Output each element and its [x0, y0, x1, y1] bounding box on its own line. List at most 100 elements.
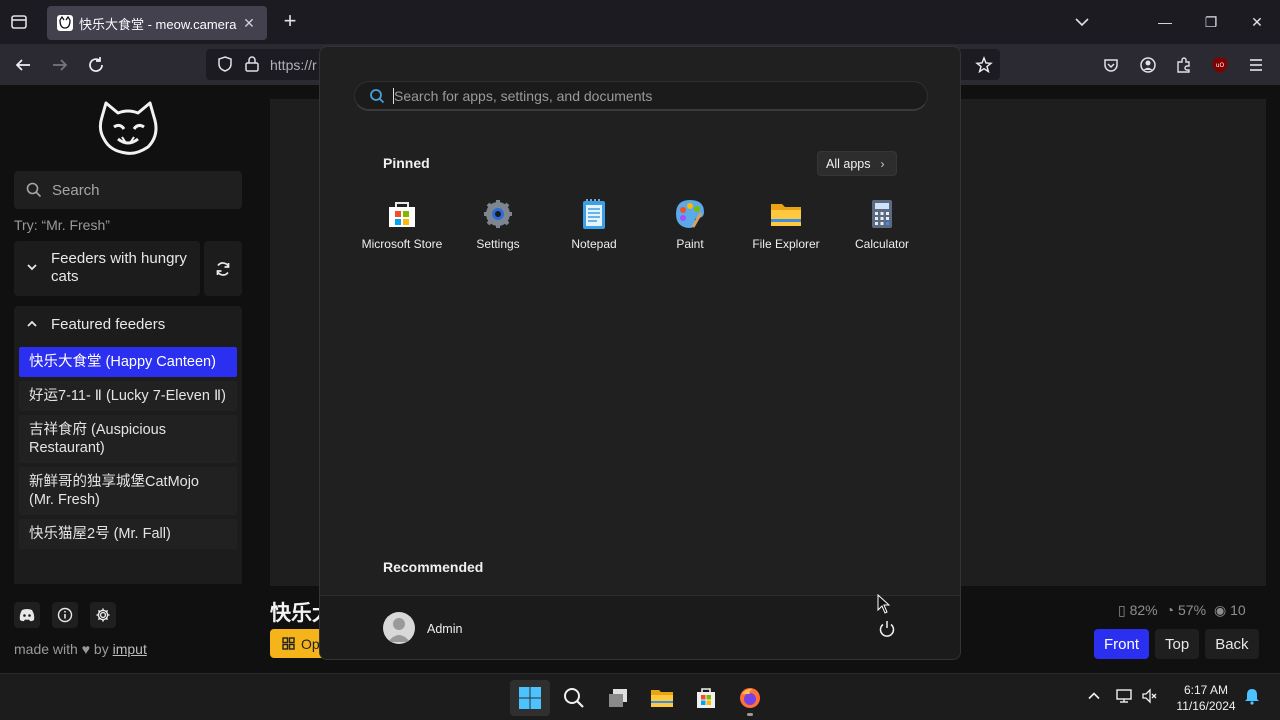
eye-icon: ◉: [1214, 602, 1227, 618]
info-icon[interactable]: [52, 602, 78, 628]
feeder-stats: ▯ 82% ◔ 57% ◉ 10: [1118, 602, 1246, 619]
folder-icon: [771, 204, 801, 226]
featured-feeders-group-header[interactable]: Featured feeders: [14, 306, 242, 344]
power-icon[interactable]: [876, 618, 898, 640]
taskbar-microsoft-store-icon[interactable]: [686, 680, 726, 716]
reload-icon[interactable]: [85, 54, 107, 76]
start-windows-icon[interactable]: [510, 680, 550, 716]
cat-logo-icon: [98, 101, 158, 155]
refresh-icon: [216, 261, 230, 276]
taskbar-file-explorer-icon[interactable]: [642, 680, 682, 716]
feeder-item[interactable]: 好运7-11- Ⅱ (Lucky 7-Eleven Ⅱ): [19, 381, 237, 411]
restore-icon[interactable]: ❐: [1188, 0, 1234, 44]
open-button-label: Op: [301, 635, 320, 652]
chevron-down-icon[interactable]: [1072, 12, 1092, 32]
pinned-heading: Pinned: [383, 155, 430, 171]
microsoft-store-icon: [389, 202, 415, 227]
feeder-list: 快乐大食堂 (Happy Canteen) 好运7-11- Ⅱ (Lucky 7…: [14, 344, 242, 584]
pinned-app-file-explorer[interactable]: File Explorer: [738, 197, 834, 257]
taskbar-firefox-icon[interactable]: [730, 680, 770, 716]
hamburger-menu-icon[interactable]: [1245, 54, 1267, 76]
chevron-up-icon: [27, 320, 37, 327]
new-tab-icon[interactable]: +: [280, 10, 300, 33]
taskbar-search-icon[interactable]: [554, 680, 594, 716]
app-name: Microsoft Store: [361, 237, 443, 251]
svg-text:uO: uO: [1216, 62, 1225, 69]
heart-icon: ♥: [81, 641, 91, 657]
settings-gear-icon: [484, 200, 512, 228]
browser-tab[interactable]: 快乐大食堂 - meow.camera ✕: [47, 6, 267, 40]
made-with-credit: made with ♥ by imput: [14, 641, 147, 657]
start-menu: Search for apps, settings, and documents…: [319, 46, 961, 660]
chevron-down-icon: [27, 264, 37, 271]
task-view-icon[interactable]: [598, 680, 638, 716]
shield-icon[interactable]: [214, 53, 236, 75]
account-icon[interactable]: [1137, 54, 1159, 76]
lock-icon[interactable]: [241, 53, 263, 75]
feeder-item[interactable]: 快乐大食堂 (Happy Canteen): [19, 347, 237, 377]
notification-bell-icon[interactable]: [1242, 686, 1262, 706]
view-front-button[interactable]: Front: [1094, 629, 1150, 659]
refresh-button[interactable]: [204, 241, 242, 296]
search-icon: [26, 182, 42, 198]
food-icon: ◔: [1165, 602, 1175, 618]
food-stat: ◔ 57%: [1166, 602, 1206, 619]
pinned-app-notepad[interactable]: Notepad: [546, 197, 642, 257]
view-back-button[interactable]: Back: [1205, 629, 1259, 659]
tray-overflow-chevron-up-icon[interactable]: [1084, 686, 1104, 706]
app-name: Settings: [476, 237, 520, 251]
search-placeholder: Search: [52, 181, 100, 199]
app-name: Notepad: [571, 237, 617, 251]
tab-list-icon[interactable]: [8, 11, 30, 33]
extensions-puzzle-icon[interactable]: [1173, 54, 1195, 76]
user-name[interactable]: Admin: [427, 622, 462, 636]
window-close-icon[interactable]: ✕: [1234, 0, 1280, 44]
app-name: Paint: [676, 237, 704, 251]
pinned-app-settings[interactable]: Settings: [450, 197, 546, 257]
feeder-item[interactable]: 新鲜哥的独享城堡CatMojo (Mr. Fresh): [19, 467, 237, 515]
pinned-app-microsoft-store[interactable]: Microsoft Store: [354, 197, 450, 257]
hungry-cats-label: Feeders with hungry cats: [51, 250, 187, 285]
url-text: https://r: [270, 57, 317, 73]
made-with-text: made with: [14, 641, 78, 657]
settings-gear-icon[interactable]: [90, 602, 116, 628]
recommended-heading: Recommended: [383, 559, 484, 575]
battery-icon: ▯: [1118, 602, 1126, 618]
search-icon: [370, 88, 385, 103]
volume-muted-icon[interactable]: [1140, 686, 1160, 706]
hungry-cats-group-header[interactable]: Feeders with hungry cats: [14, 241, 200, 296]
forward-arrow-icon[interactable]: [49, 54, 71, 76]
taskbar-clock[interactable]: 6:17 AM 11/16/2024: [1172, 682, 1240, 714]
food-value: 57%: [1178, 602, 1207, 618]
discord-icon[interactable]: [14, 602, 40, 628]
app-name: Calculator: [854, 237, 910, 251]
tab-close-icon[interactable]: ✕: [241, 15, 257, 32]
search-hint: Try: “Mr. Fresh”: [14, 217, 110, 233]
calculator-icon: [872, 200, 892, 228]
minimize-icon[interactable]: —: [1142, 0, 1188, 44]
camera-view-switcher: Front Top Back: [1094, 629, 1259, 659]
pinned-app-paint[interactable]: Paint: [642, 197, 738, 257]
sidebar-search[interactable]: Search: [14, 171, 242, 209]
feeder-item[interactable]: 吉祥食府 (Auspicious Restaurant): [19, 415, 237, 463]
pocket-icon[interactable]: [1100, 54, 1122, 76]
network-ethernet-icon[interactable]: [1114, 686, 1134, 706]
sidebar: Search Try: “Mr. Fresh” Feeders with hun…: [0, 85, 256, 673]
user-avatar[interactable]: [383, 612, 415, 644]
all-apps-button[interactable]: All apps ›: [817, 151, 897, 176]
view-top-button[interactable]: Top: [1155, 629, 1200, 659]
pinned-app-calculator[interactable]: Calculator: [834, 197, 930, 257]
start-search-box[interactable]: Search for apps, settings, and documents: [354, 81, 928, 111]
feeder-item[interactable]: 快乐猫屋2号 (Mr. Fall): [19, 519, 237, 549]
viewers-stat: ◉ 10: [1214, 602, 1246, 619]
author-link[interactable]: imput: [113, 641, 147, 657]
battery-stat: ▯ 82%: [1118, 602, 1158, 619]
chevron-right-icon: ›: [880, 156, 885, 171]
clock-time: 6:17 AM: [1183, 683, 1229, 697]
back-arrow-icon[interactable]: [12, 54, 34, 76]
all-apps-label: All apps: [826, 156, 871, 171]
cat-favicon-icon: [57, 15, 73, 31]
ublock-origin-icon[interactable]: uO: [1209, 54, 1231, 76]
battery-value: 82%: [1129, 602, 1158, 618]
bookmark-star-icon[interactable]: [973, 54, 995, 76]
